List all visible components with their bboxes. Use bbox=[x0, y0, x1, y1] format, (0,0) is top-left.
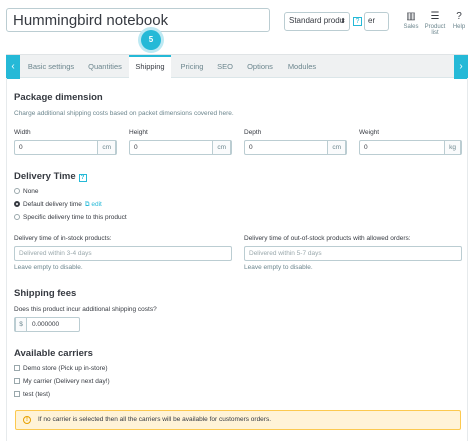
out-stock-delivery-input[interactable]: Delivered within 5-7 days bbox=[244, 246, 462, 261]
in-stock-help: Leave empty to disable. bbox=[14, 264, 83, 271]
carrier-checkbox[interactable]: test (test) bbox=[14, 391, 50, 398]
out-stock-placeholder: Delivered within 5-7 days bbox=[249, 250, 322, 257]
delivery-title-text: Delivery Time bbox=[14, 171, 76, 182]
depth-unit: cm bbox=[327, 140, 346, 155]
fees-title: Shipping fees bbox=[14, 288, 77, 299]
help-icon: ? bbox=[456, 11, 462, 22]
delivery-specific-radio[interactable]: Specific delivery time to this product bbox=[14, 214, 127, 221]
carrier-label: Demo store (Pick up in-store) bbox=[23, 365, 108, 372]
weight-unit: kg bbox=[444, 140, 461, 155]
bar-chart-icon: ▥ bbox=[406, 11, 416, 22]
edit-link[interactable]: ⧉ edit bbox=[85, 201, 102, 208]
height-value: 0 bbox=[134, 144, 138, 151]
in-stock-delivery-input[interactable]: Delivered within 3-4 days bbox=[14, 246, 232, 261]
shipping-panel: Package dimension Charge additional ship… bbox=[6, 78, 468, 441]
checkbox-icon bbox=[14, 378, 20, 384]
delivery-default-label: Default delivery time bbox=[23, 201, 82, 208]
chevron-right-icon[interactable]: › bbox=[454, 55, 468, 79]
delivery-none-label: None bbox=[23, 188, 39, 195]
checkbox-icon bbox=[14, 365, 20, 371]
in-stock-label: Delivery time of in-stock products: bbox=[14, 235, 112, 242]
chevron-down-icon: ⬍ bbox=[340, 18, 346, 25]
tab-pricing[interactable]: Pricing bbox=[174, 55, 210, 78]
checkbox-icon bbox=[14, 391, 20, 397]
info-icon[interactable]: ? bbox=[353, 17, 362, 26]
product-list-button[interactable]: ☰ Product list bbox=[422, 11, 448, 37]
depth-label: Depth bbox=[244, 129, 262, 136]
width-label: Width bbox=[14, 129, 31, 136]
tab-quantities[interactable]: Quantities bbox=[82, 55, 128, 78]
delivery-default-radio[interactable]: Default delivery time ⧉ edit bbox=[14, 201, 102, 209]
info-icon[interactable]: ? bbox=[78, 174, 87, 182]
carriers-title: Available carriers bbox=[14, 348, 93, 359]
in-stock-placeholder: Delivered within 3-4 days bbox=[19, 250, 92, 257]
out-stock-label: Delivery time of out-of-stock products w… bbox=[244, 235, 411, 242]
carrier-checkbox[interactable]: Demo store (Pick up in-store) bbox=[14, 365, 108, 372]
product-list-label: Product list bbox=[424, 24, 446, 36]
list-icon: ☰ bbox=[430, 11, 440, 22]
language-value: er bbox=[368, 16, 376, 25]
width-value: 0 bbox=[19, 144, 23, 151]
weight-value: 0 bbox=[364, 144, 368, 151]
external-link-icon: ⧉ bbox=[84, 201, 90, 208]
shipping-fee-input[interactable]: $0.000000 bbox=[14, 317, 80, 332]
tab-seo[interactable]: SEO bbox=[212, 55, 238, 78]
radio-icon bbox=[14, 188, 20, 194]
product-type-select[interactable]: Standard produ ⬍ bbox=[284, 12, 350, 31]
radio-icon bbox=[14, 214, 20, 220]
height-label: Height bbox=[129, 129, 148, 136]
shipping-fee-value: 0.000000 bbox=[32, 321, 60, 328]
onboarding-step-badge[interactable]: 5 bbox=[141, 30, 161, 50]
width-input[interactable]: 0 cm bbox=[14, 140, 117, 155]
delivery-none-radio[interactable]: None bbox=[14, 188, 39, 195]
sales-label: Sales bbox=[403, 24, 419, 30]
sales-button[interactable]: ▥ Sales bbox=[398, 11, 424, 31]
tab-options[interactable]: Options bbox=[242, 55, 278, 78]
delivery-title: Delivery Time? bbox=[14, 171, 87, 182]
language-select[interactable]: er bbox=[364, 12, 389, 31]
delivery-specific-label: Specific delivery time to this product bbox=[23, 214, 127, 221]
carrier-alert: ! If no carrier is selected then all the … bbox=[15, 410, 461, 430]
help-label: Help bbox=[452, 24, 466, 30]
package-subtitle: Charge additional shipping costs based o… bbox=[14, 110, 234, 117]
product-type-value: Standard produ bbox=[289, 16, 345, 25]
currency-prefix: $ bbox=[15, 317, 27, 332]
product-name-input[interactable]: Hummingbird notebook bbox=[6, 8, 270, 32]
chevron-left-icon[interactable]: ‹ bbox=[6, 55, 20, 79]
weight-label: Weight bbox=[359, 129, 380, 136]
radio-checked-icon bbox=[14, 201, 20, 207]
product-header: Hummingbird notebook Standard produ ⬍ ? e… bbox=[0, 0, 474, 46]
tab-bar: ‹ Basic settings Quantities Shipping Pri… bbox=[6, 54, 468, 79]
carrier-label: My carrier (Delivery next day!) bbox=[23, 378, 110, 385]
help-button[interactable]: ? Help bbox=[446, 11, 472, 31]
warning-icon: ! bbox=[23, 416, 31, 424]
fees-question: Does this product incur additional shipp… bbox=[14, 306, 157, 313]
tab-shipping[interactable]: Shipping bbox=[129, 55, 171, 79]
weight-input[interactable]: 0 kg bbox=[359, 140, 462, 155]
package-title: Package dimension bbox=[14, 92, 103, 103]
carrier-label: test (test) bbox=[23, 391, 51, 398]
width-unit: cm bbox=[97, 140, 116, 155]
tab-basic-settings[interactable]: Basic settings bbox=[24, 55, 78, 78]
carrier-alert-text: If no carrier is selected then all the c… bbox=[38, 416, 272, 423]
height-input[interactable]: 0 cm bbox=[129, 140, 232, 155]
tab-modules[interactable]: Modules bbox=[282, 55, 322, 78]
depth-input[interactable]: 0 cm bbox=[244, 140, 347, 155]
carrier-checkbox[interactable]: My carrier (Delivery next day!) bbox=[14, 378, 110, 385]
depth-value: 0 bbox=[249, 144, 253, 151]
out-stock-help: Leave empty to disable. bbox=[244, 264, 313, 271]
edit-label: edit bbox=[91, 201, 102, 208]
height-unit: cm bbox=[212, 140, 231, 155]
